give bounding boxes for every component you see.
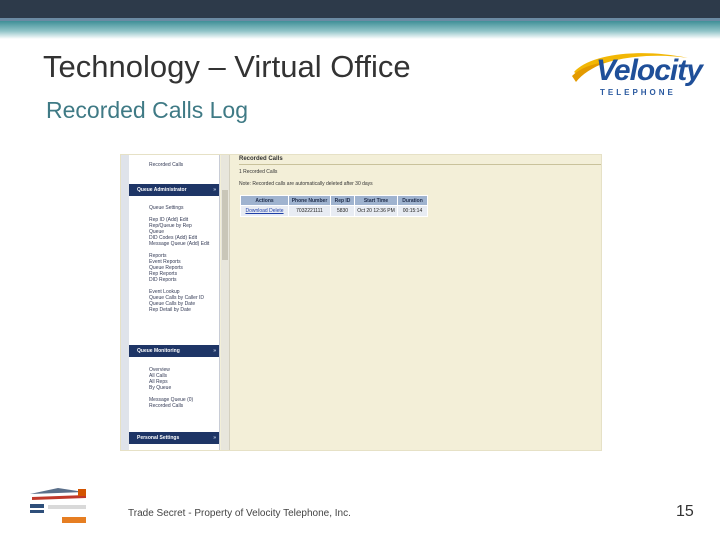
title-divider: [239, 164, 601, 165]
cell-duration: 00:15:14: [397, 205, 428, 217]
embedded-screenshot: Recorded Calls Queue Administrator » Que…: [120, 154, 602, 451]
table-header-row: Actions Phone Number Rep ID Start Time Durat…: [240, 195, 428, 206]
chevron-icon: »: [213, 435, 216, 441]
cell-phone: 7032221111: [288, 205, 331, 217]
sidebar-header-label: Personal Settings: [137, 435, 180, 441]
sidebar-scrollbar[interactable]: [221, 155, 230, 450]
logo-wordmark: Velocity: [596, 54, 703, 87]
logo-subtitle: TELEPHONE: [600, 88, 676, 97]
cell-start: Oct 20 12:36 PM: [354, 205, 398, 217]
panel-title: Recorded Calls: [239, 156, 283, 162]
sidebar-item-recorded-calls-top[interactable]: Recorded Calls: [149, 162, 183, 168]
recorded-calls-table: Actions Phone Number Rep ID Start Time Durat…: [240, 195, 428, 217]
column-header[interactable]: Phone Number: [288, 195, 331, 206]
header-band: [0, 21, 720, 39]
chevron-icon: »: [213, 348, 216, 354]
sidebar-header-label: Queue Administrator: [137, 187, 187, 193]
chevron-icon: »: [213, 187, 216, 193]
download-delete-links[interactable]: Download Delete: [240, 205, 289, 217]
retention-note: Note: Recorded calls are automatically d…: [239, 181, 373, 187]
recorded-calls-panel: Recorded Calls 1 Recorded Calls Note: Re…: [236, 155, 601, 450]
footer-disclaimer: Trade Secret - Property of Velocity Tele…: [128, 508, 351, 519]
portal-sidebar: Recorded Calls Queue Administrator » Que…: [121, 155, 220, 450]
page-number: 15: [676, 503, 694, 520]
table-row: Download Delete 7032221111 5830 Oct 20 12:3…: [240, 205, 428, 217]
record-count: 1 Recorded Calls: [239, 169, 278, 175]
queue-monitoring-menu: Overview All Calls All Reps By Queue Message…: [129, 367, 219, 409]
scrollbar-thumb[interactable]: [222, 190, 228, 260]
slide-title: Technology – Virtual Office: [43, 49, 411, 84]
sidebar-header-label: Queue Monitoring: [137, 348, 180, 354]
footer-logo: [30, 488, 86, 523]
column-header[interactable]: Duration: [397, 195, 428, 206]
slide-subtitle: Recorded Calls Log: [46, 97, 249, 123]
column-header[interactable]: Actions: [240, 195, 289, 206]
column-header[interactable]: Rep ID: [330, 195, 355, 206]
sidebar-header-queue-monitoring[interactable]: Queue Monitoring »: [129, 345, 219, 357]
top-bar: [0, 0, 720, 18]
sidebar-header-personal-settings[interactable]: Personal Settings »: [129, 432, 219, 444]
queue-admin-menu: Queue Settings Rep ID (Add) Edit Rep/Queue…: [129, 205, 219, 313]
column-header[interactable]: Start Time: [354, 195, 398, 206]
velocity-logo: Velocity TELEPHONE: [570, 46, 703, 100]
cell-rep-id: 5830: [330, 205, 355, 217]
sidebar-header-queue-admin[interactable]: Queue Administrator »: [129, 184, 219, 196]
